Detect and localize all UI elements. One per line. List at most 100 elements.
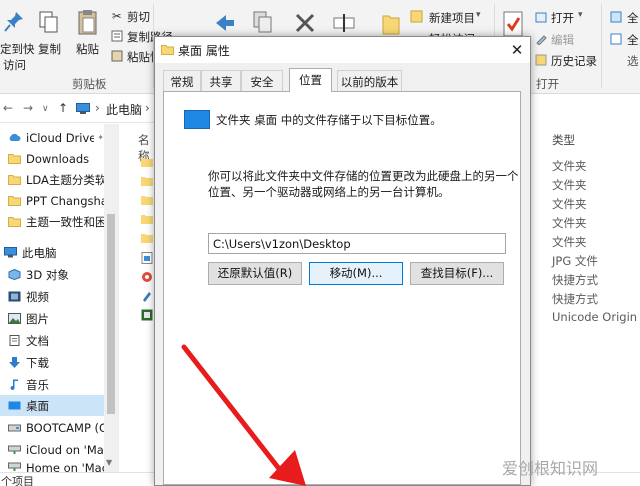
close-button[interactable]: ✕ — [506, 39, 528, 61]
nav-item-pictures[interactable]: 图片 — [0, 308, 104, 329]
nav-item-label: 桌面 — [26, 398, 49, 413]
select-none-button[interactable]: 全 — [627, 32, 639, 48]
edit-icon[interactable] — [535, 33, 547, 45]
image-file-icon[interactable] — [141, 252, 153, 264]
folder-icon[interactable] — [141, 233, 153, 243]
shortcut-icon[interactable] — [141, 271, 153, 283]
forward-button[interactable]: → — [23, 101, 33, 115]
nav-item-label: PPT Changsha — [26, 193, 104, 208]
nav-item-downloads[interactable]: Downloads — [0, 148, 104, 169]
cube-icon — [8, 269, 21, 280]
select-all-icon[interactable] — [610, 11, 622, 23]
tab-general[interactable]: 常规 — [163, 70, 201, 91]
new-item-icon[interactable] — [410, 10, 423, 23]
nav-scrollbar-thumb[interactable] — [107, 214, 115, 414]
scroll-down-icon[interactable]: ▼ — [106, 458, 112, 467]
nav-item-home-on-mac[interactable]: Home on 'Mac' — [0, 461, 104, 472]
nav-item-3d-objects[interactable]: 3D 对象 — [0, 264, 104, 285]
move-to-icon[interactable] — [212, 12, 236, 34]
breadcrumb-separator-2[interactable]: › — [145, 101, 150, 115]
up-button[interactable]: ↑ — [58, 101, 68, 115]
tab-location[interactable]: 位置 — [289, 68, 332, 92]
properties-dialog: 桌面 属性 ✕ 常规 共享 安全 位置 以前的版本 文件夹 桌面 中的文件存储于… — [154, 36, 531, 486]
pin-quick-access-label-2[interactable]: 访问 — [3, 57, 26, 73]
nav-item-music[interactable]: 音乐 — [0, 374, 104, 395]
nav-item-downloads-pc[interactable]: 下载 — [0, 352, 104, 373]
nav-item-videos[interactable]: 视频 — [0, 286, 104, 307]
open-group-label: 打开 — [536, 77, 559, 91]
nav-item-topic-coherence[interactable]: 主题一致性和困惑 — [0, 211, 104, 232]
type-cell: 文件夹 — [552, 159, 587, 173]
nav-item-label: iCloud Drive — [26, 130, 95, 145]
paste-button[interactable]: 粘贴 — [76, 41, 99, 57]
file-list: 名称 — [118, 124, 154, 472]
tab-sharing[interactable]: 共享 — [201, 70, 241, 91]
move-button[interactable]: 移动(M)... — [309, 262, 403, 285]
copy-to-icon[interactable] — [252, 10, 274, 34]
recent-dropdown-icon[interactable]: ∨ — [42, 104, 49, 114]
delete-icon[interactable] — [294, 12, 316, 34]
properties-icon[interactable] — [502, 10, 524, 38]
paste-shortcut-icon[interactable] — [111, 50, 123, 62]
folder-icon[interactable] — [141, 214, 153, 224]
type-cell: 快捷方式 — [552, 292, 598, 306]
nav-item-label: LDA主题分类软件 — [26, 172, 104, 187]
nav-item-icloud-drive[interactable]: iCloud Drive ✦ — [0, 127, 104, 148]
type-cell: Unicode Origin G — [552, 310, 640, 324]
breadcrumb-this-pc[interactable]: 此电脑 — [106, 101, 142, 118]
history-icon[interactable] — [535, 54, 547, 66]
scissors-icon[interactable]: ✂ — [112, 9, 122, 23]
type-column-header[interactable]: 类型 — [552, 132, 575, 148]
nav-item-label: 音乐 — [26, 377, 49, 392]
icloud-icon — [9, 133, 21, 141]
folder-icon[interactable] — [141, 176, 153, 186]
address-bar: ← → ∨ ↑ › 此电脑 › — [0, 95, 160, 123]
folder-icon[interactable] — [141, 157, 153, 167]
location-heading: 文件夹 桌面 中的文件存储于以下目标位置。 — [216, 113, 442, 127]
select-none-icon[interactable] — [610, 33, 622, 45]
copy-button[interactable]: 复制 — [38, 41, 61, 57]
open-icon[interactable] — [535, 11, 547, 23]
open-dropdown-icon[interactable]: ▾ — [578, 10, 583, 20]
nav-item-label: iCloud on 'Mac' — [26, 442, 104, 457]
nav-item-icloud-on-mac[interactable]: iCloud on 'Mac' — [0, 439, 104, 460]
paste-icon[interactable] — [77, 8, 99, 36]
new-item-dropdown-icon[interactable]: ▾ — [476, 10, 481, 20]
desktop-icon — [8, 401, 21, 410]
folder-icon[interactable] — [141, 195, 153, 205]
nav-item-label: 图片 — [26, 311, 49, 326]
nav-item-desktop[interactable]: 桌面 — [0, 395, 104, 416]
select-all-button[interactable]: 全 — [627, 10, 639, 26]
nav-item-documents[interactable]: 文档 — [0, 330, 104, 351]
drive-icon — [8, 424, 21, 432]
nav-item-lda[interactable]: LDA主题分类软件 — [0, 169, 104, 190]
folder-icon — [8, 196, 21, 206]
dialog-title-bar[interactable]: 桌面 属性 ✕ — [155, 37, 530, 63]
restore-default-button[interactable]: 还原默认值(R) — [208, 262, 302, 285]
back-button[interactable]: ← — [3, 101, 13, 115]
this-pc-icon — [76, 103, 90, 114]
shortcut-icon[interactable] — [141, 290, 153, 302]
network-drive-icon — [8, 445, 21, 454]
find-target-button[interactable]: 查找目标(F)... — [410, 262, 504, 285]
cut-button[interactable]: 剪切 — [127, 9, 150, 25]
pin-quick-access-label[interactable]: 定到快 — [0, 41, 35, 57]
pin-icon[interactable] — [3, 10, 25, 34]
history-button[interactable]: 历史记录 — [551, 53, 597, 69]
rename-icon[interactable] — [332, 12, 356, 34]
tab-security[interactable]: 安全 — [241, 70, 283, 91]
open-button[interactable]: 打开 — [551, 10, 574, 26]
nav-item-ppt-changsha[interactable]: PPT Changsha — [0, 190, 104, 211]
origin-file-icon[interactable] — [141, 309, 153, 321]
edit-button[interactable]: 编辑 — [551, 32, 574, 48]
video-icon — [8, 291, 21, 302]
new-folder-icon[interactable] — [381, 10, 401, 36]
location-path-input[interactable] — [208, 233, 506, 254]
copy-path-icon[interactable] — [111, 30, 123, 42]
nav-item-bootcamp[interactable]: BOOTCAMP (C: — [0, 417, 104, 438]
copy-icon[interactable] — [38, 10, 60, 34]
tab-previous-versions[interactable]: 以前的版本 — [337, 70, 402, 91]
new-item-button[interactable]: 新建项目 — [429, 10, 475, 26]
nav-item-this-pc[interactable]: 此电脑 — [0, 242, 104, 263]
breadcrumb-separator[interactable]: › — [95, 101, 100, 115]
